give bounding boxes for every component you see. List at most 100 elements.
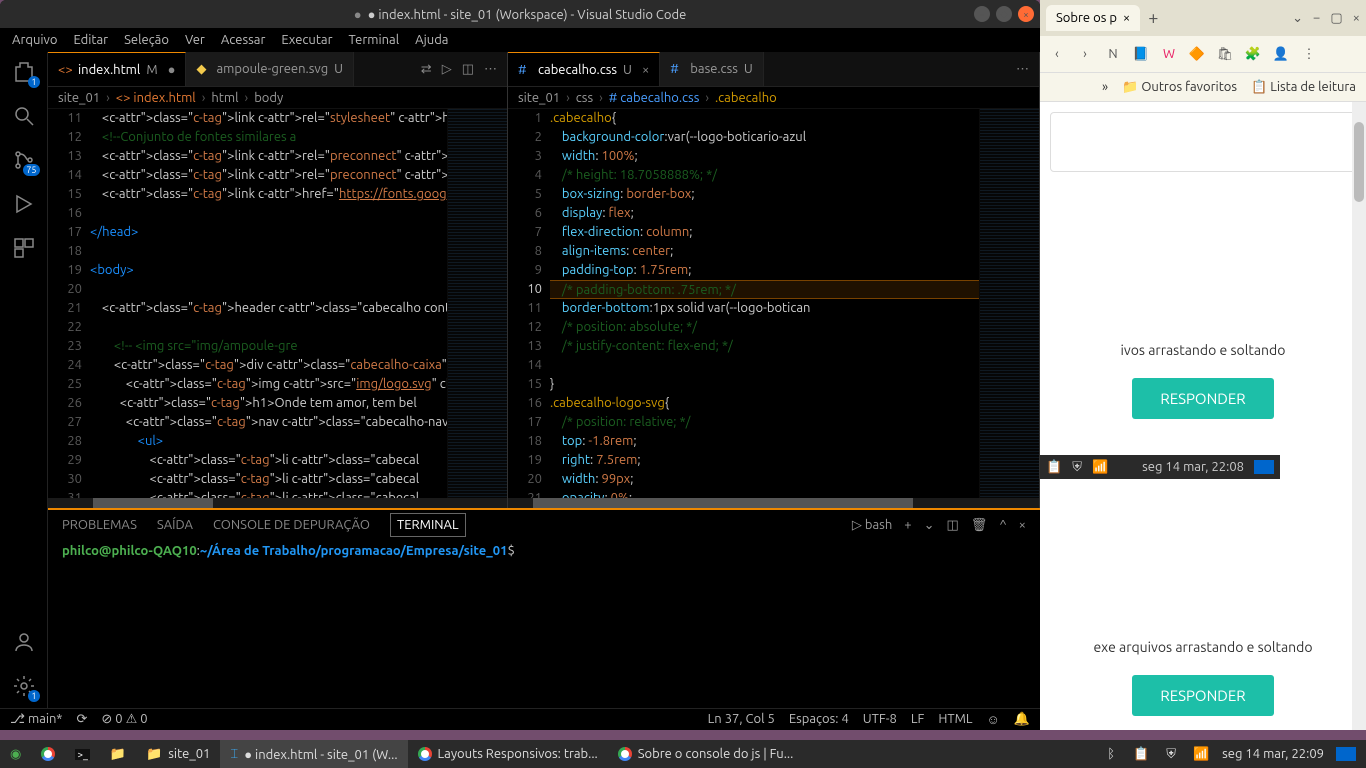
- encoding-indicator[interactable]: UTF-8: [863, 712, 897, 727]
- menu-icon[interactable]: ⋮: [1300, 45, 1318, 63]
- scrollbar[interactable]: [1352, 102, 1366, 730]
- app-icon[interactable]: 🔶: [1188, 45, 1206, 63]
- more-icon[interactable]: ⋯: [484, 62, 497, 77]
- sync-icon[interactable]: ⟳: [76, 712, 87, 727]
- extension-icon[interactable]: 🧩: [1244, 45, 1262, 63]
- panel-tab-terminal[interactable]: TERMINAL: [390, 513, 466, 537]
- more-icon[interactable]: ⋯: [1016, 62, 1029, 77]
- split-icon[interactable]: ◫: [462, 62, 474, 77]
- code-editor[interactable]: 1112131415161718192021222324252627282930…: [48, 109, 507, 508]
- taskbar-app[interactable]: Layouts Responsivos: trab...: [408, 740, 608, 768]
- explorer-icon[interactable]: 1: [12, 60, 36, 84]
- taskbar-app[interactable]: ⌶● index.html - site_01 (W...: [220, 740, 407, 768]
- taskbar-app[interactable]: >_: [65, 740, 100, 768]
- minimize-button[interactable]: −: [974, 6, 990, 22]
- shield-icon[interactable]: ⛨: [1072, 460, 1082, 475]
- clipboard-icon[interactable]: 📋: [1046, 460, 1062, 475]
- error-count[interactable]: ⊘ 0 ⚠ 0: [101, 712, 147, 727]
- close-icon[interactable]: ●: [168, 62, 176, 77]
- maximize-icon[interactable]: ▢: [1330, 11, 1342, 26]
- shell-select[interactable]: ▷ bash: [852, 518, 892, 533]
- titlebar[interactable]: ●● index.html - site_01 (Workspace) - Vi…: [0, 0, 1040, 28]
- responder-button[interactable]: RESPONDER: [1132, 675, 1273, 716]
- taskbar-app[interactable]: Sobre o console do js | Fu...: [608, 740, 804, 768]
- new-tab-button[interactable]: +: [1148, 8, 1158, 28]
- responder-button[interactable]: RESPONDER: [1132, 378, 1273, 419]
- maximize-panel-icon[interactable]: ^: [999, 518, 1006, 532]
- trash-icon[interactable]: 🗑: [971, 518, 988, 533]
- panel-tab-output[interactable]: SAÍDA: [157, 514, 193, 536]
- menu-item[interactable]: Ver: [185, 33, 205, 47]
- gear-icon[interactable]: 1: [12, 674, 36, 698]
- menu-item[interactable]: Ajuda: [415, 33, 448, 47]
- wifi-icon[interactable]: 📶: [1092, 460, 1108, 475]
- close-icon[interactable]: ×: [642, 63, 649, 77]
- clipboard-icon[interactable]: 📋: [1132, 745, 1150, 763]
- panel-tab-debug[interactable]: CONSOLE DE DEPURAÇÃO: [213, 514, 370, 536]
- desktop-icon[interactable]: [1254, 460, 1274, 474]
- extensions-icon[interactable]: [12, 236, 36, 260]
- overflow-icon[interactable]: »: [1102, 80, 1108, 94]
- feedback-icon[interactable]: ☺: [987, 712, 1000, 727]
- notion-icon[interactable]: N: [1104, 45, 1122, 63]
- menu-item[interactable]: Executar: [281, 33, 332, 47]
- code-editor[interactable]: 12345678910111213141516171819202122 .cab…: [508, 109, 1039, 508]
- taskbar-app[interactable]: 📁: [100, 740, 136, 768]
- taskbar-app[interactable]: ◉: [0, 740, 31, 768]
- terminal[interactable]: philco@philco-QAQ10:~/Área de Trabalho/p…: [48, 540, 1040, 708]
- h-scrollbar[interactable]: [48, 498, 507, 508]
- editor-tab[interactable]: #base.css U: [660, 52, 763, 86]
- close-button[interactable]: ×: [1018, 6, 1034, 22]
- show-desktop-icon[interactable]: [1336, 747, 1356, 761]
- cart-icon[interactable]: 🛍: [1216, 45, 1234, 63]
- minimap[interactable]: [979, 109, 1039, 508]
- bookmark-folder[interactable]: 📁 Outros favoritos: [1122, 80, 1237, 95]
- taskbar-app[interactable]: 📁site_01: [136, 740, 220, 768]
- split-terminal-icon[interactable]: ◫: [947, 518, 959, 533]
- panel-tab-problems[interactable]: PROBLEMAS: [62, 514, 137, 536]
- avatar-icon[interactable]: 👤: [1272, 45, 1290, 63]
- chevron-down-icon[interactable]: ⌄: [924, 518, 935, 533]
- chevron-down-icon[interactable]: ⌄: [1292, 11, 1303, 26]
- run-icon[interactable]: ▷: [442, 62, 452, 77]
- cursor-position[interactable]: Ln 37, Col 5: [708, 712, 775, 727]
- app-icon[interactable]: 📘: [1132, 45, 1150, 63]
- editor-tab[interactable]: #cabecalho.css U×: [508, 52, 660, 86]
- wifi-icon[interactable]: 📶: [1192, 745, 1210, 763]
- bell-icon[interactable]: 🔔: [1014, 712, 1030, 727]
- browser-tab[interactable]: Sobre os p×: [1046, 5, 1140, 31]
- eol-indicator[interactable]: LF: [911, 712, 924, 727]
- breadcrumb[interactable]: site_01› <> index.html› html› body: [48, 87, 507, 109]
- minimize-icon[interactable]: −: [1313, 11, 1320, 26]
- compare-icon[interactable]: ⇄: [421, 62, 432, 77]
- close-panel-icon[interactable]: ×: [1019, 518, 1026, 532]
- search-icon[interactable]: [12, 104, 36, 128]
- bluetooth-icon[interactable]: ᛒ: [1102, 745, 1120, 763]
- run-icon[interactable]: [12, 192, 36, 216]
- reading-list[interactable]: 📋 Lista de leitura: [1251, 80, 1356, 95]
- menu-item[interactable]: Arquivo: [12, 33, 57, 47]
- scm-icon[interactable]: 75: [12, 148, 36, 172]
- breadcrumb[interactable]: site_01› css› # cabecalho.css› .cabecalh…: [508, 87, 1039, 109]
- h-scrollbar[interactable]: [508, 498, 1039, 508]
- language-indicator[interactable]: HTML: [938, 712, 972, 727]
- taskbar-app[interactable]: [31, 740, 65, 768]
- minimap[interactable]: [447, 109, 507, 508]
- new-terminal-icon[interactable]: +: [904, 518, 911, 532]
- back-icon[interactable]: ‹: [1048, 45, 1066, 63]
- account-icon[interactable]: [12, 630, 36, 654]
- indent-indicator[interactable]: Espaços: 4: [789, 712, 849, 727]
- close-icon[interactable]: ×: [1123, 11, 1130, 25]
- branch-indicator[interactable]: ⎇ main*: [10, 712, 62, 727]
- shield-icon[interactable]: ⛨: [1162, 745, 1180, 763]
- menu-item[interactable]: Terminal: [349, 33, 400, 47]
- close-icon[interactable]: ×: [1353, 11, 1360, 26]
- maximize-button[interactable]: ◇: [996, 6, 1012, 22]
- editor-tab[interactable]: ◆ampoule-green.svg U: [186, 52, 354, 86]
- menu-item[interactable]: Editar: [73, 33, 108, 47]
- menu-item[interactable]: Seleção: [124, 33, 169, 47]
- editor-tab[interactable]: <>index.html M●: [48, 52, 186, 86]
- forward-icon[interactable]: ›: [1076, 45, 1094, 63]
- app-icon[interactable]: W: [1160, 45, 1178, 63]
- input-box[interactable]: [1050, 112, 1356, 172]
